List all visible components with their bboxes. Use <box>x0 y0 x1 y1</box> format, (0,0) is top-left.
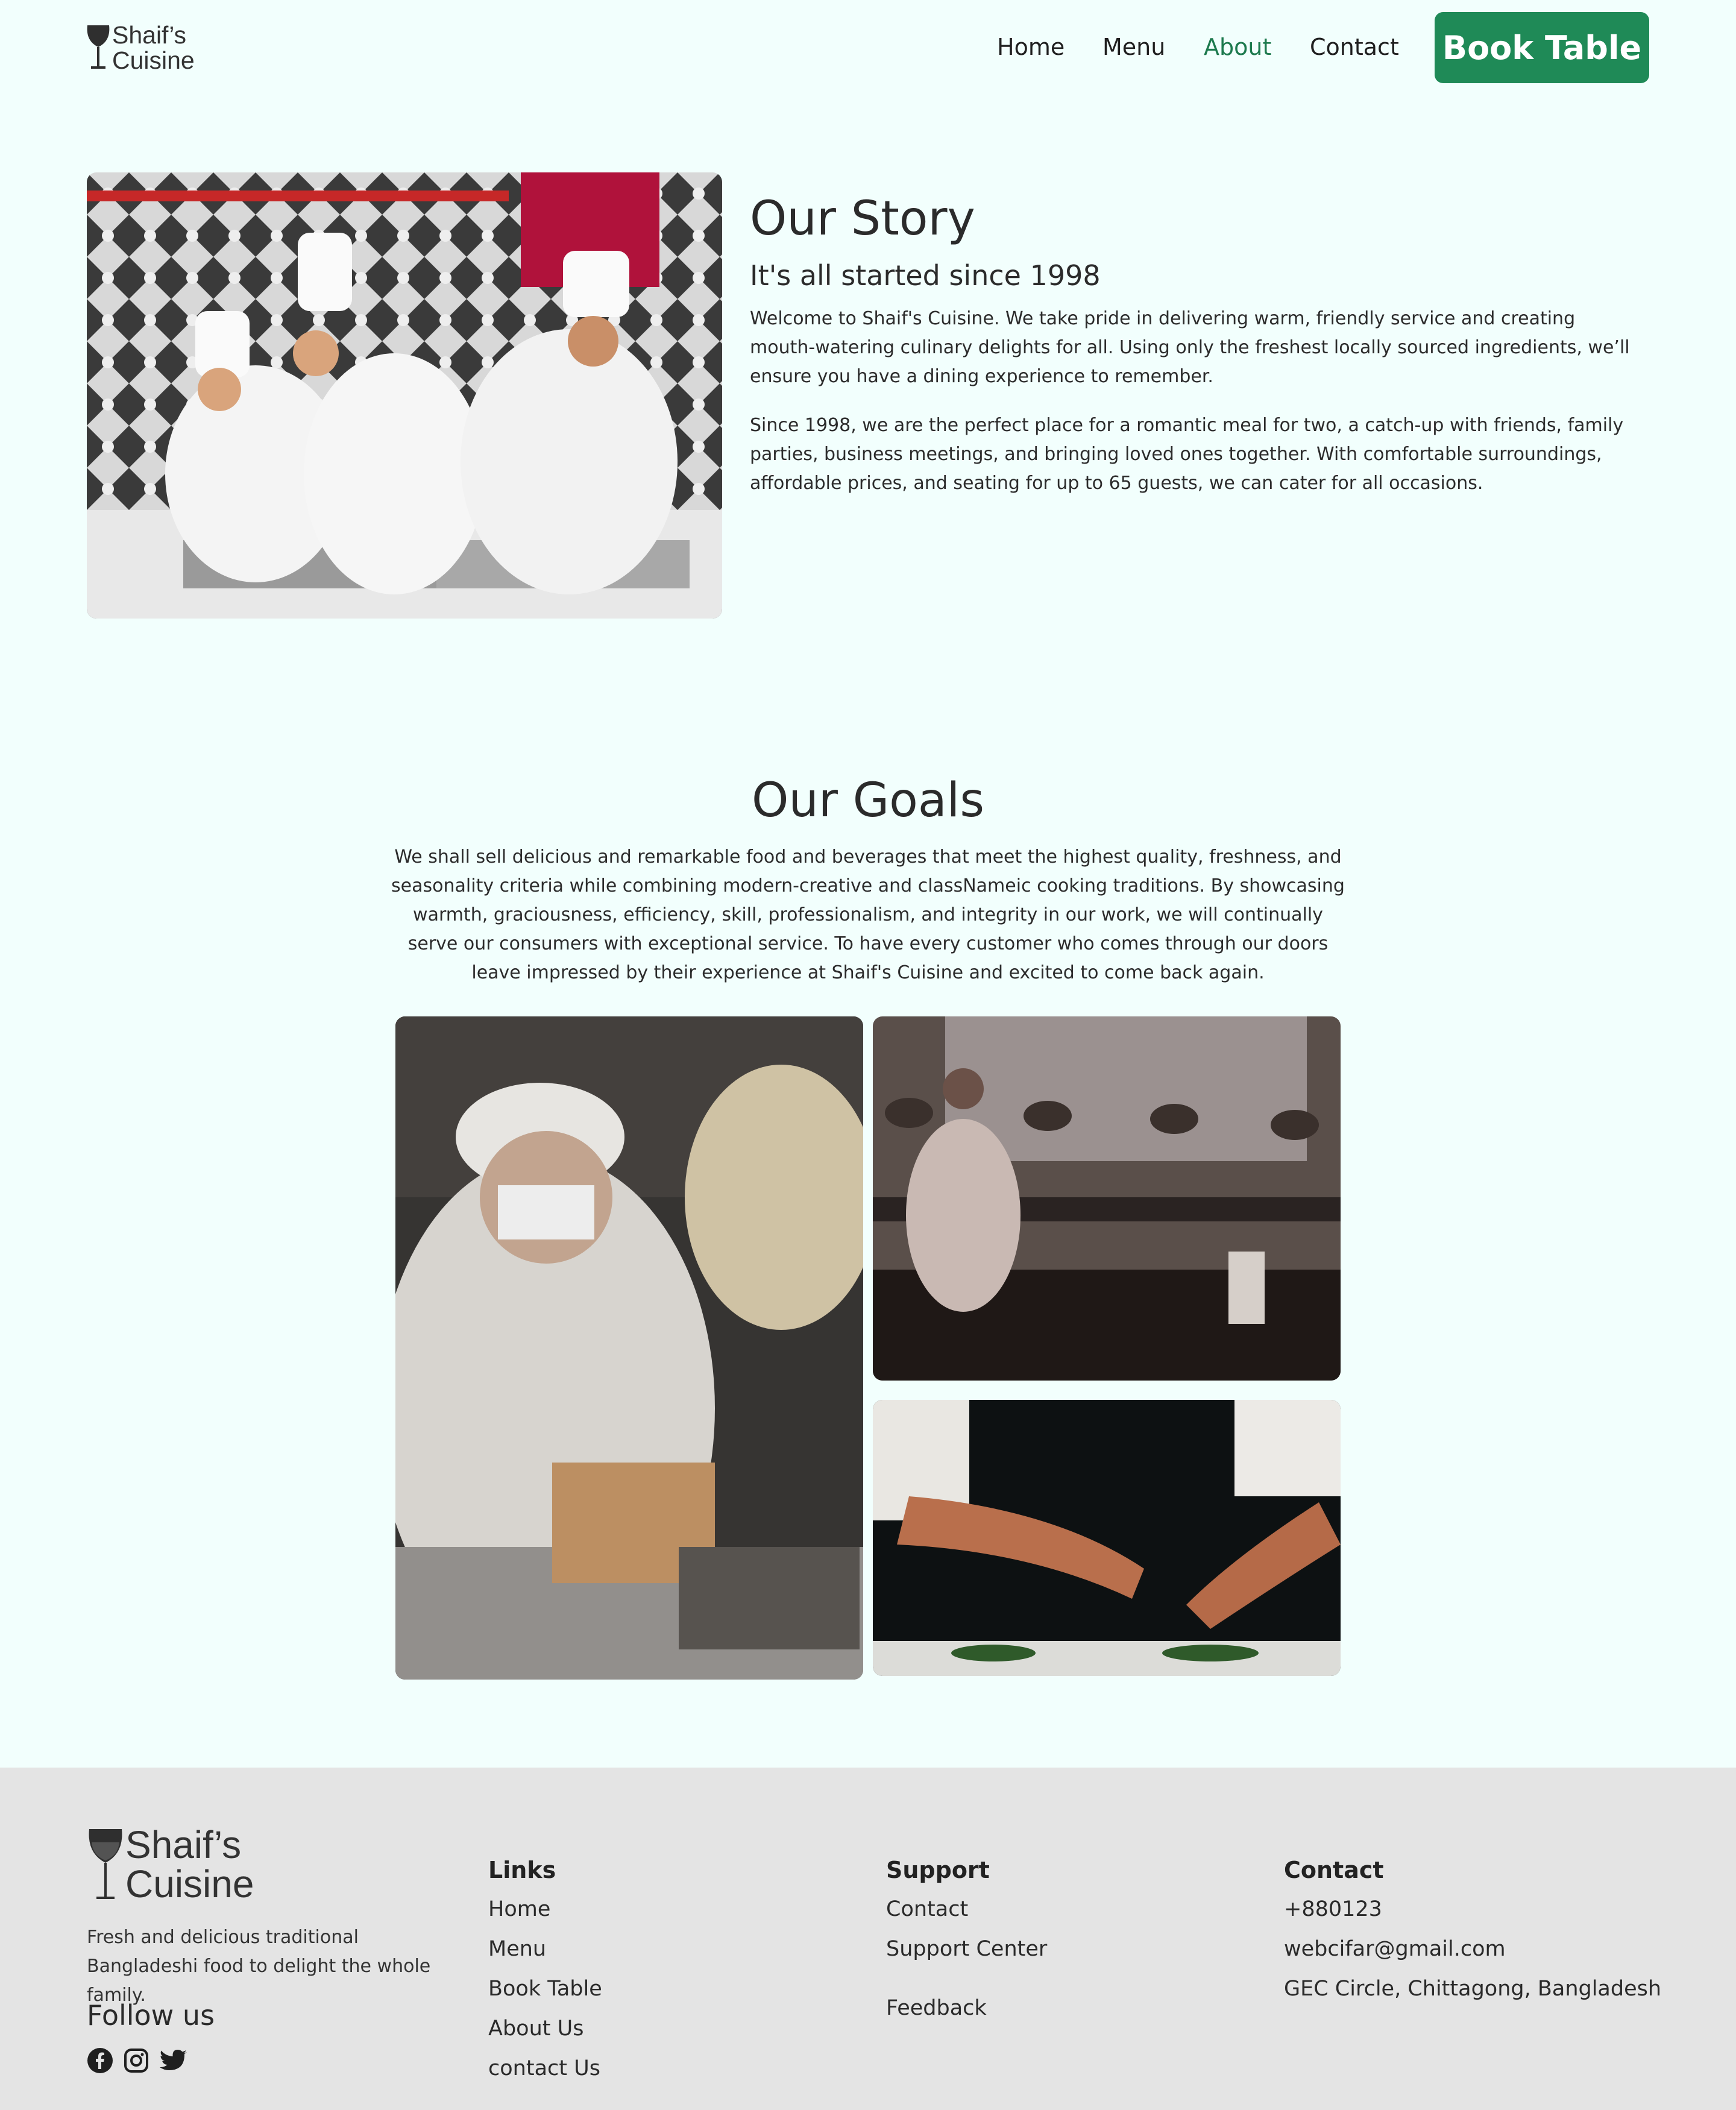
footer-support-feedback[interactable]: Feedback <box>886 1988 1047 2028</box>
support-title: Support <box>886 1857 990 1883</box>
footer-links-column: Links Home Menu Book Table About Us cont… <box>488 1857 602 2088</box>
nav-home[interactable]: Home <box>997 34 1065 60</box>
logo-line-2: Cuisine <box>112 46 195 74</box>
footer-link-menu[interactable]: Menu <box>488 1929 602 1969</box>
footer-logo-line-2: Cuisine <box>125 1862 254 1906</box>
links-title: Links <box>488 1857 556 1883</box>
follow-title: Follow us <box>87 1999 215 2032</box>
chefs-photo <box>87 172 722 619</box>
footer-logo[interactable]: Shaif’s Cuisine <box>87 1825 254 1904</box>
twitter-icon[interactable] <box>159 2047 188 2074</box>
footer-contact-email[interactable]: webcifar@gmail.com <box>1284 1929 1661 1969</box>
footer-support-contact[interactable]: Contact <box>886 1889 1047 1929</box>
story-subtitle: It's all started since 1998 <box>750 259 1101 292</box>
footer-link-book-table[interactable]: Book Table <box>488 1969 602 2009</box>
footer-link-home[interactable]: Home <box>488 1889 602 1929</box>
kitchen-photo <box>873 1016 1341 1381</box>
wine-glass-icon <box>87 25 110 69</box>
story-paragraph-1: Welcome to Shaif's Cuisine. We take prid… <box>750 308 1630 387</box>
footer-contact-address: GEC Circle, Chittagong, Bangladesh <box>1284 1977 1662 2001</box>
footer-link-contact-us[interactable]: contact Us <box>488 2049 602 2088</box>
logo-line-1: Shaif’s <box>112 21 187 49</box>
footer-support-center[interactable]: Support Center <box>886 1929 1047 1969</box>
story-paragraph-2: Since 1998, we are the perfect place for… <box>750 415 1624 494</box>
footer-contact-column: Contact +880123 webcifar@gmail.com GEC C… <box>1284 1857 1661 2009</box>
instagram-icon[interactable] <box>123 2047 149 2074</box>
nav-menu[interactable]: Menu <box>1102 34 1165 60</box>
social-icons <box>87 2047 188 2074</box>
goals-title: Our Goals <box>752 773 984 828</box>
dumpling-chef-photo <box>395 1016 863 1680</box>
plating-photo <box>873 1400 1341 1676</box>
footer-support-column: Support Contact Support Center Feedback <box>886 1857 1047 2028</box>
footer-link-about-us[interactable]: About Us <box>488 2009 602 2049</box>
footer-contact-phone: +880123 <box>1284 1897 1382 1921</box>
book-table-button[interactable]: Book Table <box>1435 12 1649 83</box>
facebook-icon[interactable] <box>87 2047 113 2074</box>
contact-title: Contact <box>1284 1857 1384 1883</box>
header-logo[interactable]: Shaif’s Cuisine <box>86 21 195 74</box>
footer: Shaif’s Cuisine Fresh and delicious trad… <box>0 1768 1736 2110</box>
nav-contact[interactable]: Contact <box>1310 34 1399 60</box>
footer-logo-line-1: Shaif’s <box>125 1823 242 1866</box>
goals-paragraph: We shall sell delicious and remarkable f… <box>391 846 1345 983</box>
wine-glass-icon <box>89 1829 122 1899</box>
nav-about[interactable]: About <box>1204 34 1271 60</box>
footer-tagline: Fresh and delicious traditional Banglade… <box>87 1927 431 2006</box>
story-title: Our Story <box>750 192 975 246</box>
